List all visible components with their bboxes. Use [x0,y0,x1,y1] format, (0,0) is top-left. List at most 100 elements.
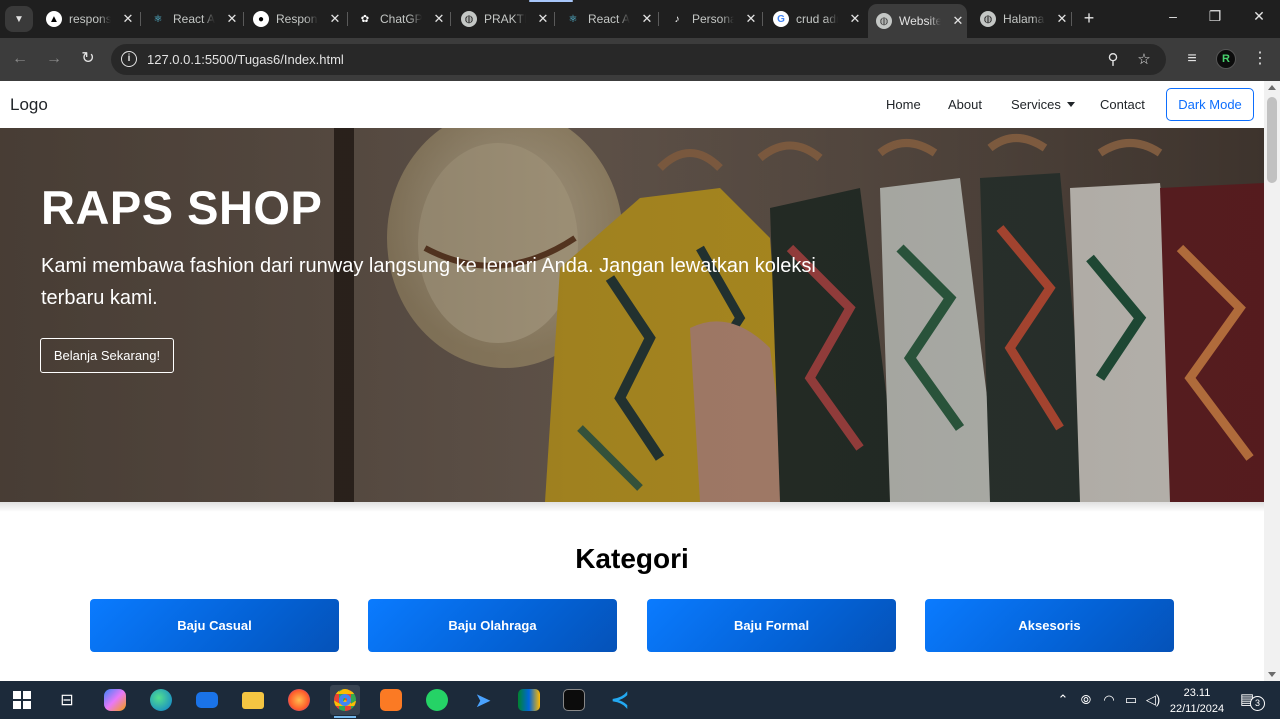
browser-tab[interactable]: ♪ Personal ✕ [669,6,758,32]
chatgpt-icon: ✿ [360,13,370,25]
tiktok-icon: ♪ [674,13,680,25]
chrome-icon[interactable] [330,685,360,718]
dark-mode-button[interactable]: Dark Mode [1166,88,1254,121]
category-button-casual[interactable]: Baju Casual [90,599,339,652]
browser-tab[interactable]: ● Responsive ✕ [253,6,342,32]
firefox-icon[interactable] [284,685,314,715]
browser-toolbar: ← → ↻ i 127.0.0.1:5500/Tugas6/Index.html… [0,38,1280,81]
close-tab-icon[interactable]: ✕ [121,11,135,27]
profile-avatar[interactable]: R [1216,49,1236,69]
site-navbar: Logo Home About Services Contact Dark Mo… [0,81,1264,128]
kebab-menu-icon[interactable]: ⋮ [1250,49,1270,69]
hero-shadow [0,502,1264,512]
close-tab-icon[interactable]: ✕ [848,11,862,27]
browser-tab[interactable]: ◍ PRAKTIKUM ✕ [461,6,550,32]
notification-center-icon[interactable]: ▤ 3 [1240,690,1265,711]
bookmark-star-icon[interactable]: ☆ [1134,50,1154,68]
terminal-icon[interactable] [559,685,589,715]
tab-search-chevron-icon[interactable]: ▼ [5,6,33,32]
close-tab-icon[interactable]: ✕ [328,11,342,27]
reload-icon[interactable]: ↻ [78,49,98,69]
back-arrow-icon[interactable]: ← [10,49,30,69]
address-bar[interactable]: i 127.0.0.1:5500/Tugas6/Index.html ⚲ ☆ [111,44,1166,75]
restore-icon[interactable]: ❐ [1205,8,1225,25]
close-tab-icon[interactable]: ✕ [951,13,965,29]
hero-title: RAPS SHOP [41,181,323,234]
kategori-heading: Kategori [575,543,689,574]
tab-title: Responsive [276,12,318,26]
tab-title: Website [899,14,941,28]
vscode-icon[interactable]: ≺ [605,685,635,715]
xampp-icon[interactable] [376,685,406,715]
zoom-icon[interactable]: ⚲ [1103,50,1123,68]
clock-time: 23.11 [1183,687,1211,699]
windows-taskbar: ⊟ ➤ ≺ ⌃ ⦾ ◠ ▭ ◁) 23.11 22/11/2024 ▤ 3 [0,681,1280,719]
browser-tab-active[interactable]: ◍ Website ✕ [868,4,967,38]
shop-now-button[interactable]: Belanja Sekarang! [40,338,174,373]
globe-icon: ◍ [461,11,477,27]
close-tab-icon[interactable]: ✕ [536,11,550,27]
scroll-thumb[interactable] [1267,97,1277,183]
task-view-icon[interactable]: ⊟ [52,685,82,715]
dbeaver-icon[interactable]: ➤ [468,685,498,715]
whatsapp-icon[interactable] [422,685,452,715]
scroll-down-arrow-icon[interactable] [1268,672,1276,677]
nav-link-contact[interactable]: Contact [1100,97,1145,112]
caret-down-icon [1066,102,1075,107]
new-tab-button[interactable]: + [1080,8,1098,30]
volume-icon[interactable]: ◁) [1145,692,1161,708]
close-tab-icon[interactable]: ✕ [225,11,239,27]
edge-icon[interactable] [146,685,176,715]
meet-now-icon[interactable]: ⦾ [1078,692,1094,708]
close-tab-icon[interactable]: ✕ [640,11,654,27]
nav-link-home[interactable]: Home [886,97,921,112]
react-icon: ⚛ [568,13,578,25]
chevron-up-icon[interactable]: ⌃ [1055,692,1071,708]
nav-link-about[interactable]: About [948,97,982,112]
site-logo[interactable]: Logo [10,95,48,115]
close-window-icon[interactable]: ✕ [1249,8,1269,25]
browser-tab[interactable]: ◍ Halaman ✕ [980,6,1069,32]
google-icon: G [773,11,789,27]
wifi-icon[interactable]: ◠ [1101,692,1117,708]
hero-tagline: Kami membawa fashion dari runway langsun… [41,255,816,309]
url-text[interactable]: 127.0.0.1:5500/Tugas6/Index.html [147,52,344,67]
tab-title: Halaman [1003,12,1045,26]
react-icon: ⚛ [153,13,163,25]
forward-arrow-icon[interactable]: → [44,49,64,69]
browser-tab[interactable]: ⚛ React App ✕ [150,6,239,32]
scroll-up-arrow-icon[interactable] [1268,85,1276,90]
category-button-olahraga[interactable]: Baju Olahraga [368,599,617,652]
page-scrollbar[interactable] [1264,81,1280,681]
globe-icon: ◍ [876,13,892,29]
close-tab-icon[interactable]: ✕ [744,11,758,27]
browser-tab[interactable]: G crud admin ✕ [773,6,862,32]
category-button-aksesoris[interactable]: Aksesoris [925,599,1174,652]
copilot-icon[interactable] [100,685,130,715]
notification-badge: 3 [1250,696,1265,711]
windows-start-icon[interactable] [7,685,37,715]
system-clock[interactable]: 23.11 22/11/2024 [1164,685,1230,717]
mail-icon[interactable] [192,685,222,715]
media-queue-icon[interactable]: ≡ [1182,49,1202,69]
file-explorer-icon[interactable] [238,685,268,715]
meet-icon[interactable] [514,685,544,715]
clock-date: 22/11/2024 [1169,703,1225,715]
globe-icon: ◍ [980,11,996,27]
hero-banner: RAPS SHOP Kami membawa fashion dari runw… [0,128,1264,502]
nav-link-services-label: Services [1011,97,1061,112]
battery-icon[interactable]: ▭ [1123,692,1139,708]
site-info-icon[interactable]: i [121,51,137,67]
tab-title: ChatGPT [380,12,422,26]
minimize-icon[interactable]: – [1163,8,1183,24]
category-button-formal[interactable]: Baju Formal [647,599,896,652]
close-tab-icon[interactable]: ✕ [1055,11,1069,27]
nav-dropdown-services[interactable]: Services [1011,97,1075,112]
close-tab-icon[interactable]: ✕ [432,11,446,27]
browser-tab[interactable]: ⚛ React App ✕ [565,6,654,32]
browser-tab-strip: ▼ ▲ responsive ✕ ⚛ React App ✕ ● Respons… [0,0,1280,38]
browser-tab[interactable]: ✿ ChatGPT ✕ [357,6,446,32]
tab-title: React App [173,12,215,26]
browser-tab[interactable]: ▲ responsive ✕ [46,6,135,32]
tab-title: React App [588,12,630,26]
